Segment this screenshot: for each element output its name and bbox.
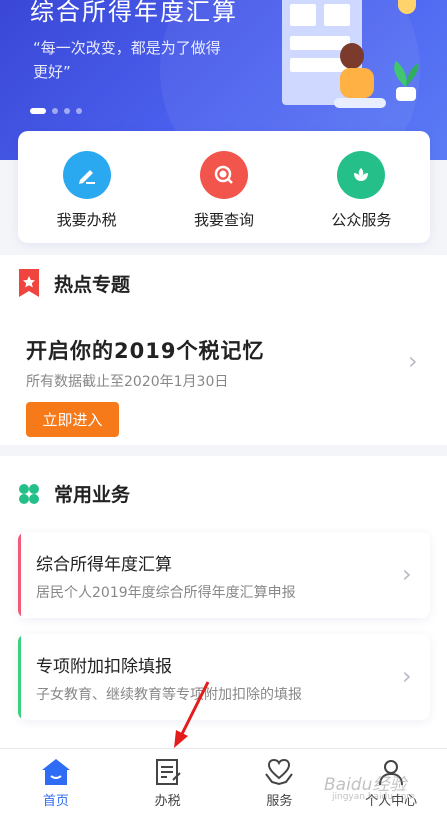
- banner-pagination: [30, 108, 82, 114]
- common-business-section: 常用业务 综合所得年度汇算 居民个人2019年度综合所得年度汇算申报 › 专项附…: [0, 456, 447, 756]
- quick-action-label: 我要查询: [193, 211, 254, 229]
- pagination-dot: [76, 108, 82, 114]
- business-item-annual-settlement[interactable]: 综合所得年度汇算 居民个人2019年度综合所得年度汇算申报 ›: [18, 532, 430, 618]
- accent-stripe: [18, 532, 21, 618]
- quick-actions-card: 我要办税 我要查询 公众服务: [18, 131, 430, 243]
- business-item-title: 综合所得年度汇算: [36, 555, 172, 575]
- nav-tab-home[interactable]: 首页: [0, 749, 112, 818]
- nav-tab-service[interactable]: 服务: [224, 749, 336, 818]
- section-title: 热点专题: [54, 273, 131, 296]
- pagination-dot: [64, 108, 70, 114]
- quick-action-public-service[interactable]: 公众服务: [293, 131, 430, 243]
- watermark-domain: jingyan.baidu.com: [332, 792, 416, 802]
- pagination-dot: [52, 108, 58, 114]
- home-icon: [41, 759, 70, 785]
- common-business-header: 常用业务: [18, 480, 130, 507]
- nav-label: 办税: [154, 794, 181, 809]
- pagination-dot-active: [30, 108, 46, 114]
- hot-topics-header: 热点专题: [18, 269, 130, 297]
- business-item-desc: 居民个人2019年度综合所得年度汇算申报: [36, 585, 296, 601]
- bookmark-star-icon: [19, 269, 39, 297]
- coin-illustration: [398, 0, 416, 14]
- section-title: 常用业务: [54, 484, 131, 506]
- chevron-right-icon: ›: [402, 662, 412, 690]
- banner-title: 综合所得年度汇算: [30, 0, 238, 26]
- chevron-right-icon: ›: [402, 560, 412, 588]
- quick-action-query[interactable]: 我要查询: [155, 131, 292, 243]
- hot-topic-title: 开启你的2019个税记忆: [26, 339, 265, 363]
- banner-subtitle: “每一次改变，都是为了做得更好”: [33, 39, 221, 81]
- nav-label: 服务: [266, 794, 293, 809]
- heart-hands-icon: [265, 758, 294, 786]
- business-item-special-deduction[interactable]: 专项附加扣除填报 子女教育、继续教育等专项附加扣除的填报 ›: [18, 634, 430, 720]
- nav-tab-tax[interactable]: 办税: [112, 749, 224, 818]
- edit-icon: [62, 151, 111, 199]
- quick-action-label: 我要办税: [56, 211, 117, 229]
- annotation-arrow: [174, 681, 210, 748]
- flower-icon: [337, 151, 386, 199]
- enter-now-button[interactable]: 立即进入: [26, 402, 119, 437]
- quick-action-label: 公众服务: [331, 211, 392, 229]
- person-illustration: [334, 43, 386, 108]
- nav-label: 首页: [42, 794, 69, 809]
- business-item-title: 专项附加扣除填报: [36, 657, 172, 677]
- hot-topic-date: 所有数据截止至2020年1月30日: [26, 374, 229, 390]
- quick-action-tax-filing[interactable]: 我要办税: [18, 131, 155, 243]
- chevron-right-icon: ›: [408, 347, 418, 375]
- search-icon: [199, 151, 248, 199]
- document-icon: [155, 759, 181, 785]
- accent-stripe: [18, 634, 21, 720]
- plant-illustration: [394, 61, 419, 101]
- business-item-desc: 子女教育、继续教育等专项附加扣除的填报: [36, 687, 302, 703]
- clover-icon: [19, 483, 39, 504]
- hot-topics-section: 热点专题 开启你的2019个税记忆 所有数据截止至2020年1月30日 › 立即…: [0, 255, 447, 445]
